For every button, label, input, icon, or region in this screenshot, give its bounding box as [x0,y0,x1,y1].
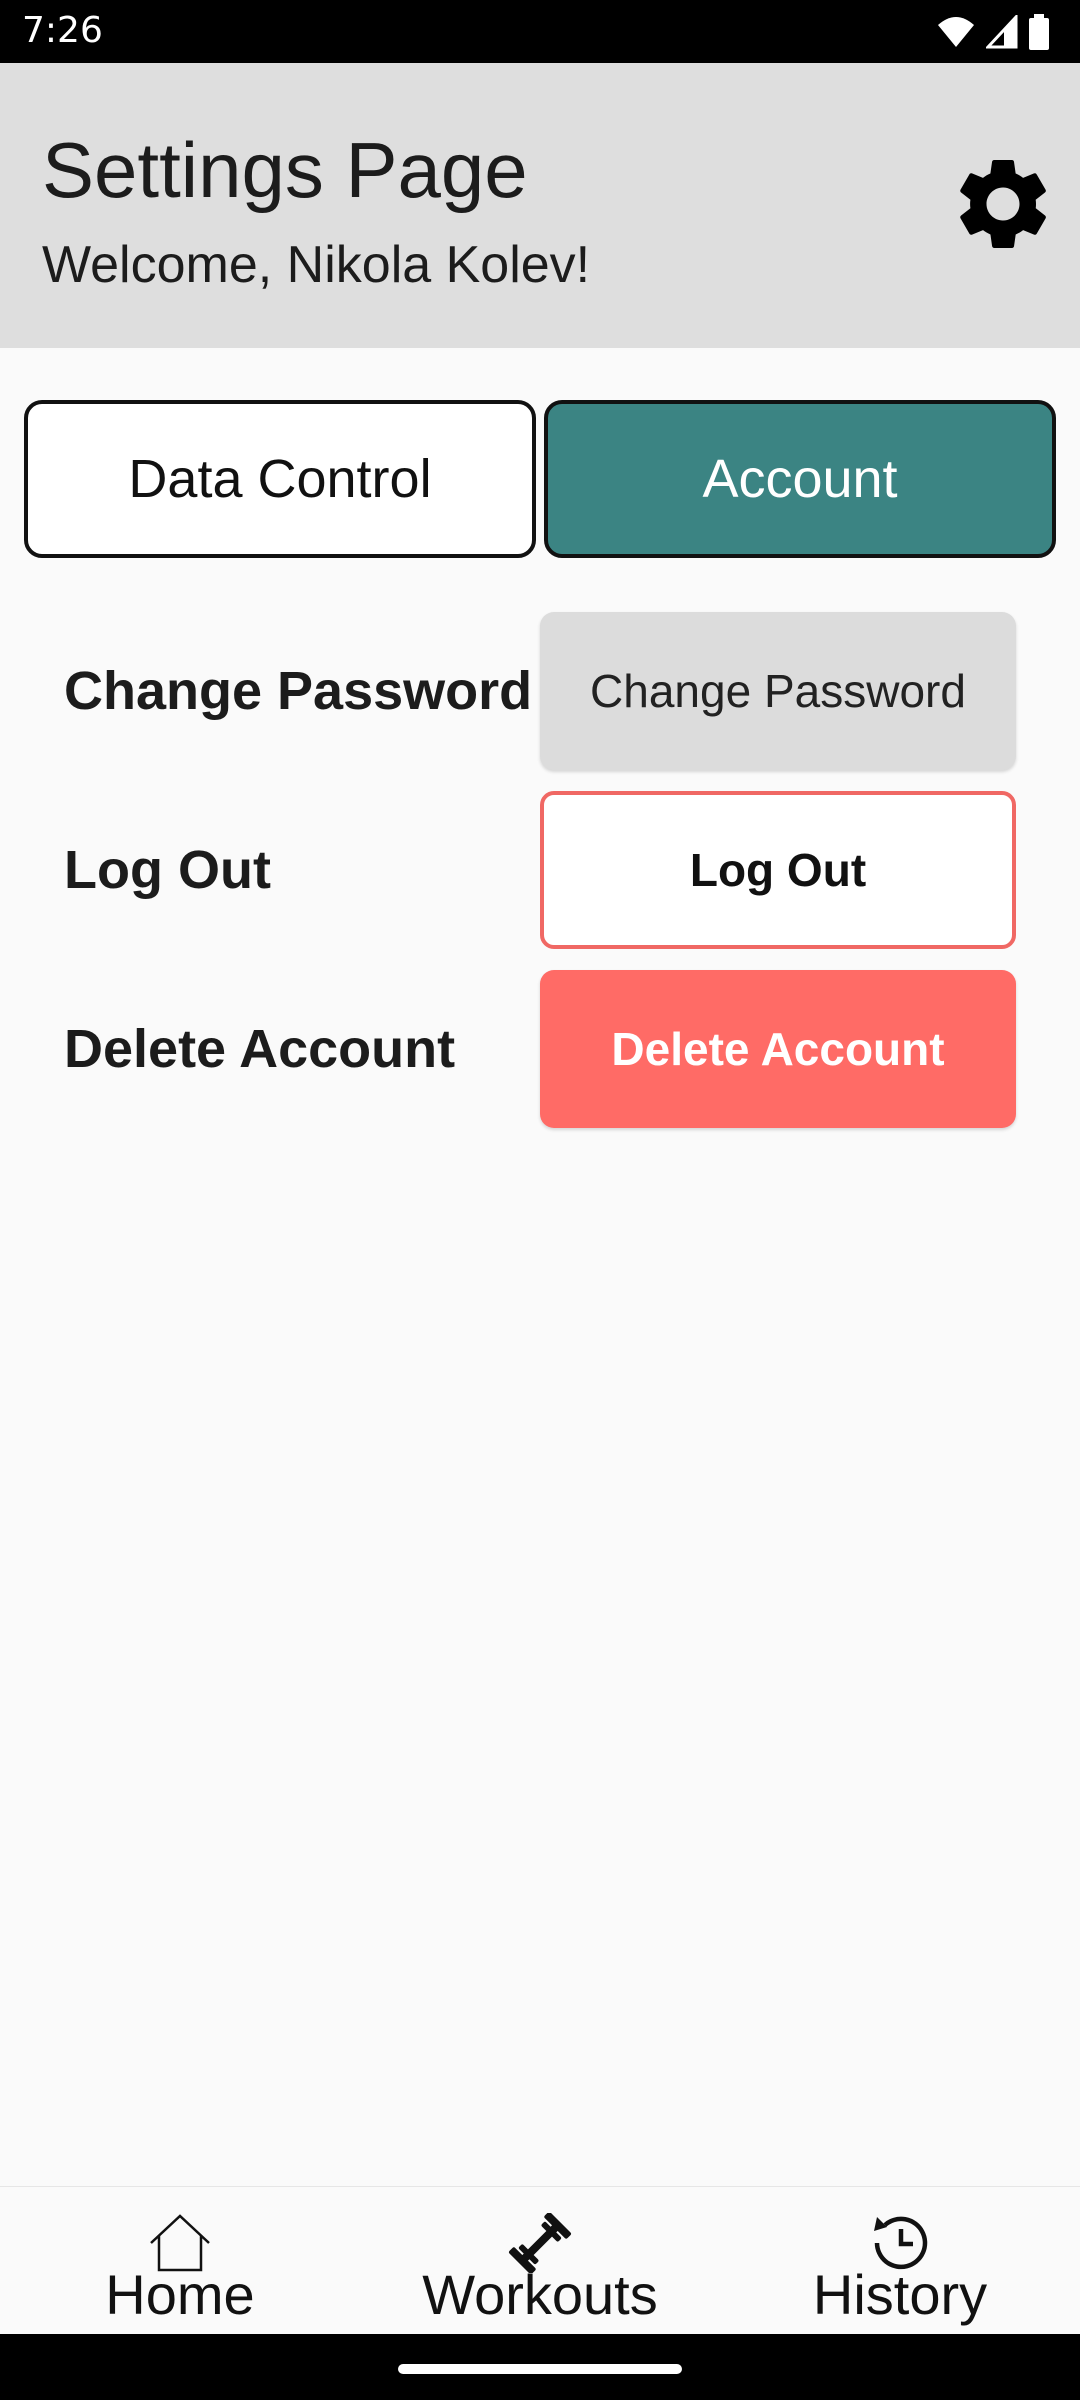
nav-label-workouts: Workouts [422,2263,658,2326]
wifi-icon [938,17,974,47]
nav-item-history[interactable]: History [750,2187,1050,2335]
settings-tabs: Data Control Account [24,400,1056,558]
home-gesture-handle[interactable] [398,2364,682,2374]
delete-account-label: Delete Account [64,1019,456,1079]
status-icons [936,12,1050,52]
gesture-bar [0,2334,1080,2400]
gear-icon[interactable] [948,149,1058,259]
delete-account-row: Delete Account Delete Account [0,970,1080,1128]
tab-data-control[interactable]: Data Control [24,400,536,558]
delete-account-button[interactable]: Delete Account [540,970,1016,1128]
change-password-label: Change Password [64,661,533,721]
tab-account[interactable]: Account [544,400,1056,558]
bottom-nav: Home Workouts History [0,2186,1080,2334]
battery-icon [1029,14,1049,50]
change-password-row: Change Password Change Password [0,612,1080,770]
log-out-button[interactable]: Log Out [540,791,1016,949]
status-bar: 7:26 [0,0,1080,63]
change-password-button[interactable]: Change Password [540,612,1016,770]
cellular-signal-icon [986,15,1018,49]
nav-label-home: Home [105,2263,255,2326]
header: Settings Page Welcome, Nikola Kolev! [0,63,1080,348]
welcome-message: Welcome, Nikola Kolev! [42,236,591,294]
log-out-row: Log Out Log Out [0,791,1080,949]
page-title: Settings Page [42,126,528,214]
status-time: 7:26 [22,10,103,51]
nav-label-history: History [812,2263,988,2326]
nav-item-home[interactable]: Home [30,2187,330,2335]
nav-item-workouts[interactable]: Workouts [390,2187,690,2335]
log-out-label: Log Out [64,840,271,900]
